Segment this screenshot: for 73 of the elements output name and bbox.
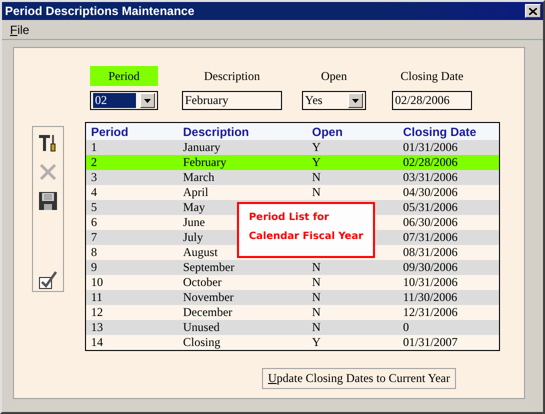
- field-label: Description: [203, 68, 261, 85]
- table-cell[interactable]: Y: [312, 155, 321, 170]
- table-cell[interactable]: N: [312, 275, 321, 290]
- caret-icon[interactable]: [352, 98, 359, 102]
- table-cell[interactable]: March: [183, 170, 214, 185]
- table-cell[interactable]: December: [183, 305, 232, 320]
- table-cell[interactable]: Closing: [183, 335, 220, 350]
- table-cell[interactable]: Unused: [183, 320, 220, 335]
- table-cell[interactable]: January: [183, 140, 220, 155]
- table-cell[interactable]: 04/30/2006: [403, 185, 458, 200]
- update-button[interactable]: Update Closing Dates to Current Year: [262, 368, 456, 389]
- caret-icon[interactable]: [144, 98, 151, 102]
- table-cell[interactable]: 01/31/2006: [403, 140, 458, 155]
- column-header: Closing Date: [403, 124, 476, 138]
- table-cell[interactable]: 13: [91, 320, 103, 335]
- floppy-disk-icon[interactable]: [37, 191, 59, 211]
- table-cell[interactable]: 03/31/2006: [403, 170, 458, 185]
- table-cell[interactable]: 6: [91, 215, 97, 230]
- table-cell[interactable]: 06/30/2006: [403, 215, 458, 230]
- table-cell[interactable]: November: [183, 290, 234, 305]
- table-cell[interactable]: 10/31/2006: [403, 275, 458, 290]
- window-title: Period Descriptions Maintenance: [5, 4, 194, 18]
- table-cell[interactable]: 11/30/2006: [403, 290, 458, 305]
- table-cell[interactable]: 01/31/2007: [403, 335, 458, 350]
- table-cell[interactable]: 5: [91, 200, 97, 215]
- table-cell[interactable]: August: [183, 245, 218, 260]
- table-cell[interactable]: 11: [91, 290, 103, 305]
- table-cell[interactable]: July: [183, 230, 204, 245]
- table-cell[interactable]: 12/31/2006: [403, 305, 458, 320]
- table-cell[interactable]: 3: [91, 170, 97, 185]
- text-field[interactable]: 02/28/2006: [392, 91, 472, 110]
- text-field[interactable]: February: [182, 91, 282, 110]
- table-cell[interactable]: N: [312, 320, 321, 335]
- table-cell[interactable]: 05/31/2006: [403, 200, 458, 215]
- table-cell[interactable]: Y: [312, 140, 321, 155]
- column-header: Description: [183, 124, 250, 138]
- table-cell[interactable]: 1: [91, 140, 97, 155]
- table-cell[interactable]: 7: [91, 230, 97, 245]
- table-cell[interactable]: N: [312, 290, 321, 305]
- table-cell[interactable]: N: [312, 170, 321, 185]
- table-cell[interactable]: February: [183, 155, 226, 170]
- table-cell[interactable]: 8: [91, 245, 97, 260]
- table-cell[interactable]: 0: [403, 320, 409, 335]
- table-cell[interactable]: 12: [91, 305, 103, 320]
- table-cell[interactable]: N: [312, 185, 321, 200]
- table-cell[interactable]: 07/31/2006: [403, 230, 458, 245]
- table-cell[interactable]: 08/31/2006: [403, 245, 458, 260]
- table-cell[interactable]: 09/30/2006: [403, 260, 458, 275]
- table-cell[interactable]: Y: [312, 335, 321, 350]
- table-cell[interactable]: N: [312, 305, 321, 320]
- field-label: Period: [90, 66, 158, 86]
- column-header: Open: [312, 124, 343, 138]
- table-cell[interactable]: 4: [91, 185, 97, 200]
- column-header: Period: [91, 124, 128, 138]
- table-cell[interactable]: N: [312, 260, 321, 275]
- dropdown[interactable]: 02: [90, 91, 158, 110]
- table-cell[interactable]: May: [183, 200, 205, 215]
- table-cell[interactable]: 9: [91, 260, 97, 275]
- field-label: Open: [320, 68, 348, 85]
- note-tooltip: Period List for Calendar Fiscal Year: [237, 202, 375, 258]
- field-label: Closing Date: [400, 68, 464, 85]
- table-cell[interactable]: October: [183, 275, 222, 290]
- table-cell[interactable]: 10: [91, 275, 103, 290]
- table-cell[interactable]: 2: [91, 155, 97, 170]
- close-icon[interactable]: [525, 4, 541, 18]
- table-cell[interactable]: September: [183, 260, 234, 275]
- table-cell[interactable]: 14: [91, 335, 103, 350]
- dropdown[interactable]: Yes: [302, 91, 366, 110]
- table-cell[interactable]: April: [183, 185, 208, 200]
- menu-item[interactable]: File: [8, 22, 32, 36]
- table-cell[interactable]: June: [183, 215, 205, 230]
- table-cell[interactable]: 02/28/2006: [403, 155, 458, 170]
- checkbox-icon[interactable]: [37, 270, 59, 290]
